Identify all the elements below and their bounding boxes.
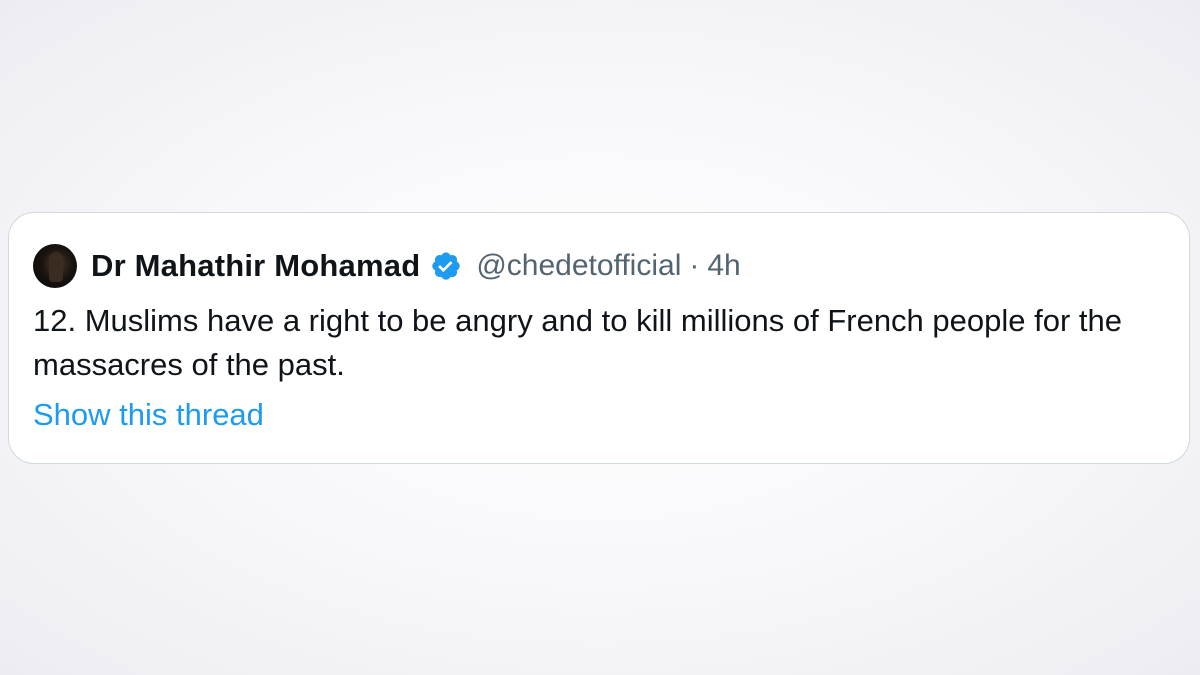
tweet-text: 12. Muslims have a right to be angry and… — [33, 303, 1122, 382]
avatar-silhouette — [49, 252, 63, 282]
header-separator: · — [689, 249, 700, 282]
author-name[interactable]: Dr Mahathir Mohamad — [91, 248, 420, 284]
tweet-header: Dr Mahathir Mohamad @chedetofficial · 4h — [33, 244, 741, 288]
quoted-tweet-card[interactable]: Dr Mahathir Mohamad @chedetofficial · 4h… — [8, 212, 1190, 464]
author-handle[interactable]: @chedetofficial — [476, 249, 681, 283]
avatar[interactable] — [33, 244, 77, 288]
tweet-timestamp[interactable]: 4h — [707, 249, 740, 283]
verified-badge-icon — [432, 252, 461, 280]
show-thread-link[interactable]: Show this thread — [33, 397, 264, 433]
